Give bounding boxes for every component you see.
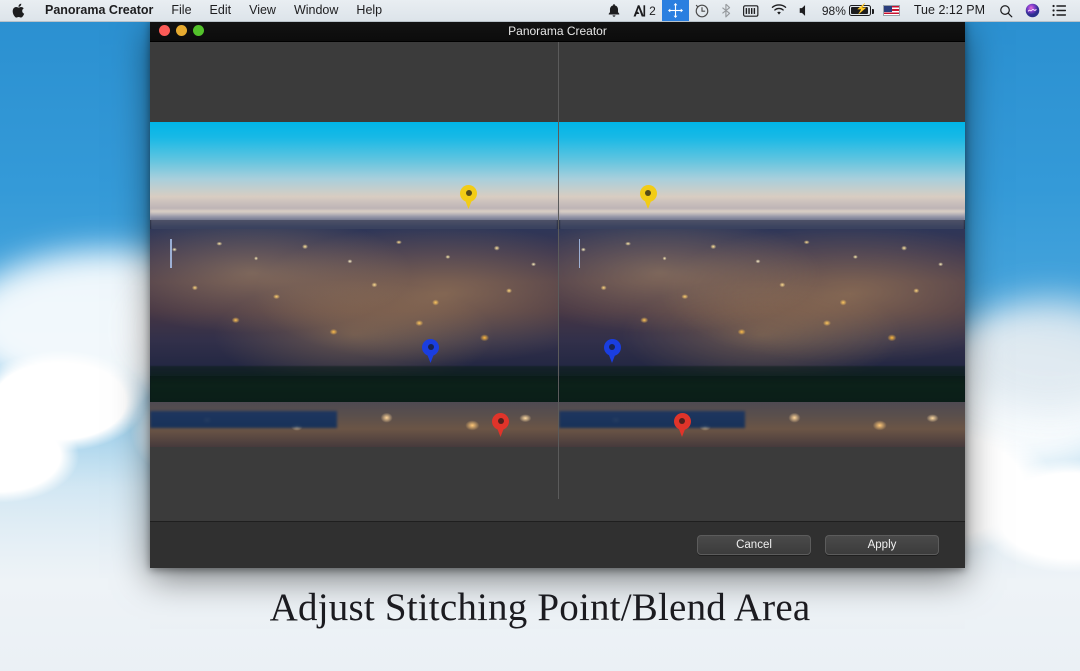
menu-app-name[interactable]: Panorama Creator <box>36 0 162 21</box>
stitching-canvas[interactable] <box>150 42 965 499</box>
menu-bar-clock[interactable]: Tue 2:12 PM <box>906 0 993 21</box>
red-pin[interactable] <box>673 413 691 437</box>
dialog-footer: Cancel Apply <box>150 521 965 568</box>
cancel-button[interactable]: Cancel <box>697 535 811 555</box>
menu-item-edit[interactable]: Edit <box>201 0 241 21</box>
time-machine-clock-icon[interactable] <box>689 0 715 21</box>
window-title: Panorama Creator <box>508 23 607 38</box>
menu-item-file[interactable]: File <box>162 0 200 21</box>
bluetooth-icon[interactable] <box>715 0 737 21</box>
menu-item-view[interactable]: View <box>240 0 285 21</box>
battery-status[interactable]: 98% ⚡ <box>816 0 877 21</box>
siri-icon[interactable] <box>1019 0 1046 21</box>
left-image-pane[interactable] <box>150 122 558 447</box>
notification-center-icon[interactable] <box>1046 0 1073 21</box>
minimize-button[interactable] <box>176 25 187 36</box>
window-title-bar[interactable]: Panorama Creator <box>150 20 965 42</box>
yellow-pin[interactable] <box>639 185 657 209</box>
macos-menu-bar: Panorama Creator File Edit View Window H… <box>0 0 1080 22</box>
wifi-icon[interactable] <box>765 0 793 21</box>
city-night-photo <box>150 122 558 447</box>
volume-icon[interactable] <box>793 0 816 21</box>
yellow-pin[interactable] <box>460 185 477 209</box>
adobe-creative-cloud-icon[interactable]: 2 <box>627 0 662 21</box>
right-image-pane[interactable] <box>557 122 965 447</box>
zoom-button[interactable] <box>193 25 204 36</box>
adobe-badge-count: 2 <box>649 3 656 18</box>
panorama-creator-window: Panorama Creator Cancel Apply <box>150 20 965 568</box>
battery-meter-icon[interactable] <box>737 0 765 21</box>
battery-percent-label: 98% <box>821 3 846 18</box>
traffic-light-buttons <box>150 25 204 36</box>
caption-text: Adjust Stitching Point/Blend Area <box>269 586 811 629</box>
menu-item-help[interactable]: Help <box>347 0 391 21</box>
menu-item-window[interactable]: Window <box>285 0 347 21</box>
red-pin[interactable] <box>492 413 509 437</box>
menu-bar-left: Panorama Creator File Edit View Window H… <box>0 0 391 21</box>
bell-icon[interactable] <box>601 0 627 21</box>
city-night-photo <box>558 122 965 447</box>
blue-pin[interactable] <box>603 339 621 363</box>
battery-charging-icon: ⚡ <box>848 5 874 16</box>
move-crosshair-icon[interactable] <box>661 0 689 21</box>
apple-menu-icon[interactable] <box>0 0 36 21</box>
blue-pin[interactable] <box>422 339 439 363</box>
close-button[interactable] <box>159 25 170 36</box>
spotlight-search-icon[interactable] <box>993 0 1019 21</box>
menu-bar-status-area: 2 98% ⚡ Tue 2:12 PM <box>601 0 1080 21</box>
apply-button[interactable]: Apply <box>825 535 939 555</box>
us-flag-input-icon[interactable] <box>877 0 906 21</box>
stitch-divider-line[interactable] <box>558 42 559 499</box>
